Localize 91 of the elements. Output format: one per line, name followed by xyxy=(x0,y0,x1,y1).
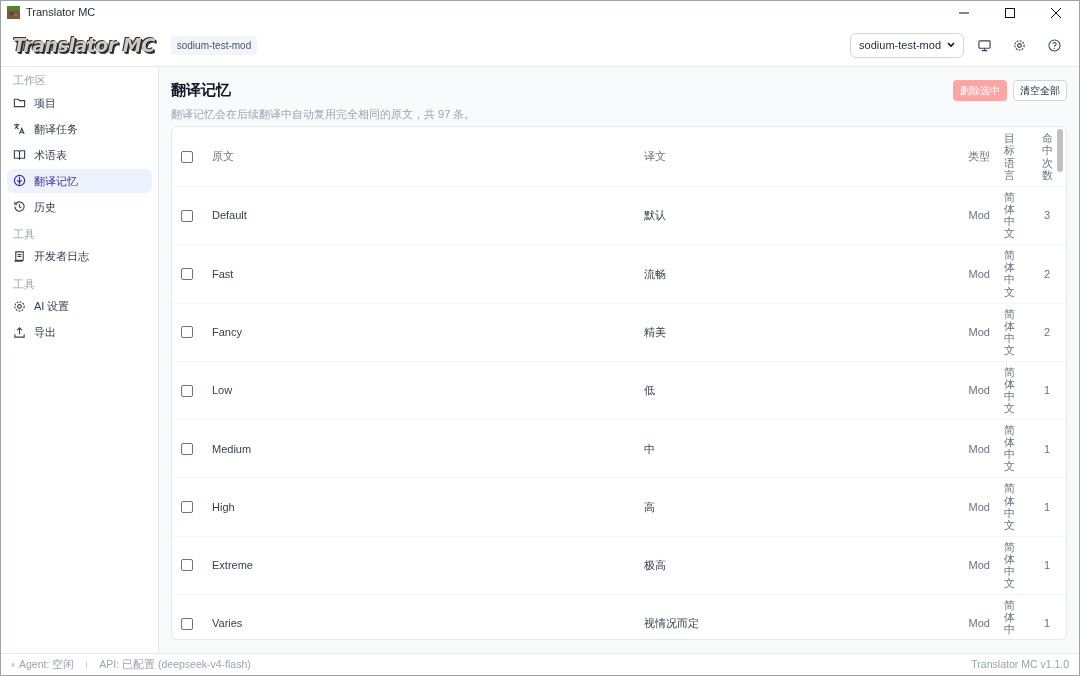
clear-all-button[interactable]: 清空全部 xyxy=(1013,79,1067,101)
history-icon xyxy=(13,200,26,214)
table-cell-text: 2 xyxy=(1043,266,1051,282)
sidebar-item[interactable]: 导出 xyxy=(7,320,152,345)
table-cell-text: 2 xyxy=(1043,325,1051,340)
download-circle-icon xyxy=(13,174,26,188)
maximize-icon xyxy=(1005,7,1015,18)
close-icon xyxy=(1051,7,1061,18)
table-cell-text: Medium xyxy=(212,441,253,457)
table-cell-text: Varies xyxy=(212,616,244,632)
table-cell-text: Mod xyxy=(968,266,990,282)
checkbox[interactable] xyxy=(181,267,193,280)
monitor-icon[interactable] xyxy=(978,38,991,52)
table-cell: 简体中文 xyxy=(1003,249,1015,298)
checkbox[interactable] xyxy=(181,559,193,572)
table-cell: 简体中 xyxy=(1003,599,1015,636)
table-cell: 简体中文 xyxy=(1003,307,1015,356)
upload-icon xyxy=(13,325,26,339)
sidebar-section-title: 工作区 xyxy=(12,73,47,88)
table-cell: 简体中文 xyxy=(1003,482,1015,531)
api-status: API: 已配置 (deepseek-v4-flash) xyxy=(99,656,251,672)
book-icon xyxy=(13,148,26,162)
table-cell-text: Fast xyxy=(212,266,235,282)
table-cell-text: 3 xyxy=(1043,208,1051,224)
table-cell-text: 低 xyxy=(644,383,656,399)
table-cell-text: 1 xyxy=(1043,499,1051,515)
checkbox[interactable] xyxy=(181,384,193,397)
sidebar-section-title: 工具 xyxy=(12,276,36,292)
column-header: 类型 xyxy=(968,149,990,165)
table-cell: 简体中文 xyxy=(1003,424,1015,473)
sidebar-item[interactable]: 翻译任务 xyxy=(7,116,152,141)
sidebar-item[interactable]: 术语表 xyxy=(7,142,152,167)
sidebar-item[interactable]: 开发者日志 xyxy=(7,244,152,269)
scrollbar-thumb[interactable] xyxy=(1057,129,1063,172)
window-title: Translator MC xyxy=(26,5,96,21)
page-title: 翻译记忆 xyxy=(171,80,231,100)
scroll-icon xyxy=(13,250,26,263)
table-cell-text: Mod xyxy=(968,383,990,399)
table-cell: 简体中文 xyxy=(1003,540,1015,590)
table-cell-text: Low xyxy=(212,383,234,399)
table-cell-text: 1 xyxy=(1043,616,1051,632)
table-cell-text: 1 xyxy=(1043,441,1051,457)
column-header: 译文 xyxy=(644,149,667,165)
table-cell-text: 视情况而定 xyxy=(644,616,700,632)
app-version: Translator MC v1.1.0 xyxy=(971,656,1069,672)
agent-status: Agent: 空闲 xyxy=(19,656,75,672)
checkbox[interactable] xyxy=(181,442,193,455)
help-icon[interactable] xyxy=(1048,38,1061,52)
table-cell-text: 中 xyxy=(644,441,656,457)
table-cell-text: 默认 xyxy=(644,208,667,224)
checkbox[interactable] xyxy=(181,150,193,163)
app-icon xyxy=(7,6,20,19)
folder-icon xyxy=(13,96,26,110)
checkbox[interactable] xyxy=(181,501,193,514)
table-cell: 简体中文 xyxy=(1003,191,1015,240)
table-cell-text: Mod xyxy=(968,499,990,515)
table-cell-text: 流畅 xyxy=(644,266,667,282)
project-badge: sodium-test-mod xyxy=(170,35,258,55)
table-cell-text: 高 xyxy=(644,499,656,515)
table-cell-text: 精美 xyxy=(644,325,667,340)
sidebar-item[interactable]: 翻译记忆 xyxy=(7,168,152,193)
table-cell-text: Mod xyxy=(968,208,990,224)
table-cell-text: Mod xyxy=(968,441,990,457)
table-cell-text: Mod xyxy=(968,616,990,632)
table-cell-text: High xyxy=(212,499,236,515)
column-header: 目标语言 xyxy=(1003,132,1015,181)
checkbox[interactable] xyxy=(181,209,193,222)
page-description: 翻译记忆会在后续翻译中自动复用完全相同的原文，共 97 条。 xyxy=(171,106,477,122)
table-cell-text: Default xyxy=(212,208,248,224)
sidebar-item[interactable]: 历史 xyxy=(7,194,152,219)
sidebar-section-title: 工具 xyxy=(12,226,36,242)
settings-icon xyxy=(13,299,26,313)
app-logo: Translator MC xyxy=(13,32,155,58)
column-header: 命中次数 xyxy=(1041,132,1053,181)
table-cell-text: 1 xyxy=(1043,558,1051,574)
caret-icon xyxy=(947,42,955,48)
translate-icon xyxy=(13,122,26,136)
table-cell: 简体中文 xyxy=(1003,365,1015,415)
table-cell-text: Mod xyxy=(968,558,990,574)
checkbox[interactable] xyxy=(181,326,193,339)
table-cell-text: Fancy xyxy=(212,325,243,340)
table-cell-text: 1 xyxy=(1043,383,1051,399)
table-cell-text: Mod xyxy=(968,325,990,340)
sidebar-item[interactable]: AI 设置 xyxy=(7,294,152,319)
checkbox[interactable] xyxy=(181,617,193,630)
settings-icon[interactable] xyxy=(1013,38,1026,52)
sidebar-item[interactable]: 项目 xyxy=(7,90,152,115)
table-cell-text: 极高 xyxy=(644,558,667,574)
project-select[interactable]: sodium-test-mod xyxy=(850,32,964,58)
table-cell-text: Extreme xyxy=(212,558,254,574)
column-header: 原文 xyxy=(212,149,235,165)
